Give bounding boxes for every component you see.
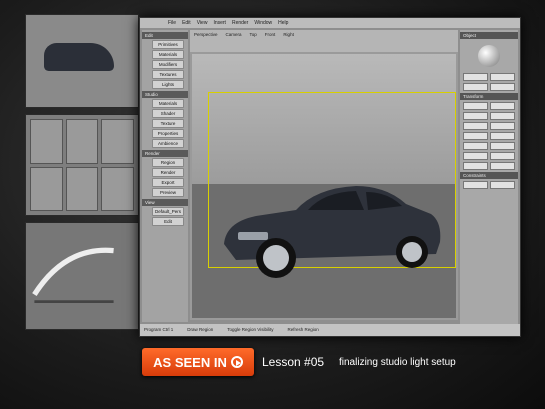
reference-panel-top — [25, 14, 139, 108]
tool-button[interactable]: Render — [152, 168, 184, 177]
app-window: File Edit View Insert Render Window Help… — [139, 17, 521, 337]
badge-label: AS SEEN IN — [153, 354, 227, 370]
tool-button[interactable]: Materials — [152, 50, 184, 59]
play-icon — [230, 356, 243, 368]
material-preview-sphere[interactable] — [478, 45, 500, 67]
lesson-banner: AS SEEN IN Lesson #05 finalizing studio … — [138, 344, 508, 380]
properties-panel: Object Transform Constraints — [460, 30, 518, 334]
status-bar: Program Ctrl 1 Draw Region Toggle Region… — [140, 324, 520, 336]
section-edit-header[interactable]: Edit — [142, 32, 188, 39]
viewport-tab[interactable]: Right — [283, 32, 294, 37]
tool-button[interactable]: Shader — [152, 109, 184, 118]
status-item[interactable]: Refresh Region — [287, 324, 318, 336]
viewport-tab[interactable]: Front — [265, 32, 276, 37]
menu-window[interactable]: Window — [254, 18, 272, 28]
reference-thumbnails — [30, 119, 134, 211]
menu-insert[interactable]: Insert — [213, 18, 226, 28]
reference-panel-middle — [25, 114, 139, 216]
viewport-tab[interactable]: Camera — [226, 32, 242, 37]
menu-bar: File Edit View Insert Render Window Help — [140, 18, 520, 28]
tool-button[interactable]: Default_Pers — [152, 207, 184, 216]
menu-edit[interactable]: Edit — [182, 18, 191, 28]
menu-file[interactable]: File — [168, 18, 176, 28]
section-constraints-header[interactable]: Constraints — [460, 172, 518, 179]
tool-button[interactable]: Lights — [152, 80, 184, 89]
status-item[interactable]: Toggle Region Visibility — [227, 324, 273, 336]
tool-button[interactable]: Region — [152, 158, 184, 167]
viewport-tab[interactable]: Top — [250, 32, 257, 37]
3d-viewport[interactable]: Perspective Camera Top Front Right — [190, 30, 458, 320]
render-stage[interactable] — [192, 54, 456, 318]
car-model[interactable] — [216, 174, 444, 284]
tool-button[interactable]: Materials — [152, 99, 184, 108]
status-item: Program Ctrl 1 — [144, 327, 174, 332]
tool-button[interactable]: Properties — [152, 129, 184, 138]
as-seen-in-badge[interactable]: AS SEEN IN — [142, 348, 254, 376]
tool-button[interactable]: Primitives — [152, 40, 184, 49]
lesson-subtitle: finalizing studio light setup — [339, 357, 456, 368]
tool-panel: Edit Primitives Materials Modifiers Text… — [142, 30, 188, 322]
reference-panel-bottom — [25, 222, 139, 330]
section-view-header[interactable]: View — [142, 199, 188, 206]
section-object-header[interactable]: Object — [460, 32, 518, 39]
viewport-toolbar: Perspective Camera Top Front Right — [190, 30, 458, 52]
tool-button[interactable]: Modifiers — [152, 60, 184, 69]
section-transform-header[interactable]: Transform — [460, 93, 518, 100]
tool-button[interactable]: Edit — [152, 217, 184, 226]
status-item[interactable]: Draw Region — [187, 324, 213, 336]
viewport-tab[interactable]: Perspective — [194, 32, 218, 37]
tool-button[interactable]: Textures — [152, 70, 184, 79]
section-render-header[interactable]: Render — [142, 150, 188, 157]
reference-car-image — [44, 43, 114, 71]
tool-button[interactable]: Export — [152, 178, 184, 187]
lesson-number: Lesson #05 — [262, 355, 325, 369]
menu-help[interactable]: Help — [278, 18, 288, 28]
menu-render[interactable]: Render — [232, 18, 248, 28]
tool-button[interactable]: Ambience — [152, 139, 184, 148]
section-studio-header[interactable]: Studio — [142, 91, 188, 98]
curve-sketch — [32, 247, 114, 303]
tool-button[interactable]: Preview — [152, 188, 184, 197]
menu-view[interactable]: View — [197, 18, 208, 28]
tool-button[interactable]: Texture — [152, 119, 184, 128]
